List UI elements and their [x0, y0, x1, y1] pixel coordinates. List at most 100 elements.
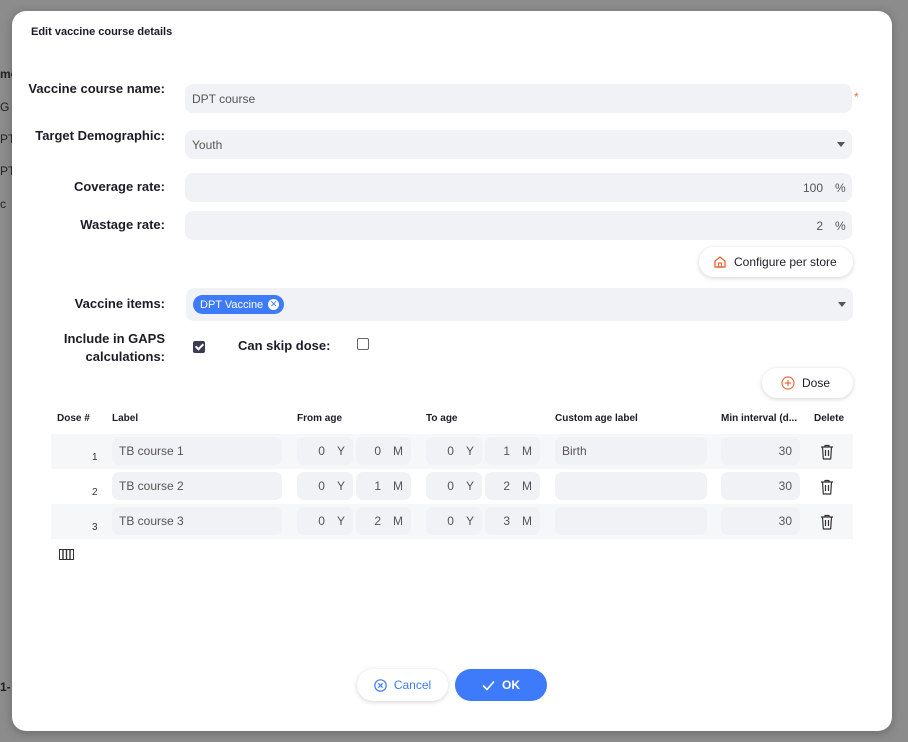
to-years-input[interactable]: 0Y	[426, 472, 482, 500]
dose-label-value: TB course 1	[119, 444, 184, 458]
min-interval-value: 30	[778, 514, 792, 528]
demographic-value: Youth	[192, 137, 223, 152]
trash-icon[interactable]	[820, 479, 834, 495]
required-mark: *	[854, 90, 859, 104]
custom-age-label-input[interactable]	[555, 507, 707, 535]
course-name-label: Vaccine course name:	[28, 81, 165, 96]
to-years-value: 0	[447, 444, 454, 458]
to-months-value: 3	[503, 514, 510, 528]
dose-label-input[interactable]: TB course 3	[112, 507, 282, 535]
header-from-age: From age	[297, 413, 343, 424]
cancel-circle-icon	[374, 678, 387, 692]
dose-label-input[interactable]: TB course 1	[112, 437, 282, 465]
bg-text-fragment: c	[0, 197, 6, 211]
dose-number: 2	[92, 487, 98, 498]
year-unit: Y	[336, 479, 345, 493]
dose-label-value: TB course 3	[119, 514, 184, 528]
trash-icon[interactable]	[820, 514, 834, 530]
coverage-rate-input[interactable]: 100 %	[185, 173, 852, 202]
year-unit: Y	[336, 514, 345, 528]
gaps-checkbox[interactable]	[193, 341, 205, 353]
bg-text-fragment: 1-	[0, 680, 11, 694]
header-label: Label	[112, 413, 139, 424]
to-months-value: 1	[503, 444, 510, 458]
ok-button[interactable]: OK	[455, 669, 547, 701]
custom-age-label-value: Birth	[562, 444, 587, 458]
column-manager-icon[interactable]	[59, 549, 74, 560]
from-months-input[interactable]: 1M	[356, 472, 411, 500]
store-icon	[714, 256, 726, 268]
plus-circle-icon	[781, 376, 795, 390]
edit-vaccine-course-dialog: Edit vaccine course details Vaccine cour…	[12, 11, 892, 731]
from-years-input[interactable]: 0Y	[297, 472, 353, 500]
vaccine-items-select[interactable]: DPT Vaccine ✕	[186, 288, 853, 321]
cancel-button[interactable]: Cancel	[357, 669, 448, 701]
skip-dose-checkbox[interactable]	[357, 338, 369, 350]
dose-label-input[interactable]: TB course 2	[112, 472, 282, 500]
from-years-value: 0	[318, 479, 325, 493]
from-months-value: 1	[374, 479, 381, 493]
year-unit: Y	[465, 479, 474, 493]
add-dose-button[interactable]: Dose	[762, 368, 853, 398]
header-min-interval: Min interval (d...	[721, 413, 798, 424]
to-years-input[interactable]: 0Y	[426, 437, 482, 465]
percent-unit: %	[835, 180, 846, 195]
remove-chip-icon[interactable]: ✕	[268, 299, 280, 310]
coverage-value: 100	[802, 180, 823, 195]
min-interval-input[interactable]: 30	[721, 437, 800, 465]
add-dose-label: Dose	[802, 376, 831, 390]
dose-number: 1	[92, 452, 98, 463]
wastage-rate-input[interactable]: 2 %	[185, 211, 852, 240]
from-months-value: 0	[374, 444, 381, 458]
check-icon	[482, 680, 495, 690]
min-interval-value: 30	[778, 479, 792, 493]
dropdown-caret-icon	[838, 302, 846, 307]
to-months-input[interactable]: 3M	[485, 507, 540, 535]
cancel-label: Cancel	[393, 678, 432, 692]
month-unit: M	[393, 514, 403, 528]
to-years-value: 0	[447, 514, 454, 528]
demographic-select[interactable]: Youth	[185, 130, 852, 159]
header-custom-age-label: Custom age label	[555, 413, 638, 424]
vaccine-items-label: Vaccine items:	[74, 296, 165, 311]
dose-label-value: TB course 2	[119, 479, 184, 493]
min-interval-value: 30	[778, 444, 792, 458]
to-years-input[interactable]: 0Y	[426, 507, 482, 535]
course-name-value: DPT course	[192, 91, 256, 106]
year-unit: Y	[465, 444, 474, 458]
course-name-input[interactable]: DPT course	[185, 84, 852, 113]
demographic-label: Target Demographic:	[35, 128, 165, 143]
month-unit: M	[522, 444, 532, 458]
vaccine-chip[interactable]: DPT Vaccine ✕	[193, 295, 285, 314]
header-to-age: To age	[426, 413, 458, 424]
header-delete: Delete	[814, 413, 845, 424]
coverage-label: Coverage rate:	[73, 179, 165, 194]
to-months-input[interactable]: 1M	[485, 437, 540, 465]
min-interval-input[interactable]: 30	[721, 507, 800, 535]
year-unit: Y	[465, 514, 474, 528]
from-years-input[interactable]: 0Y	[297, 437, 353, 465]
percent-unit: %	[835, 218, 846, 233]
gaps-label: Include in GAPS calculations:	[63, 331, 165, 364]
dialog-title: Edit vaccine course details	[31, 26, 173, 38]
trash-icon[interactable]	[820, 444, 834, 460]
month-unit: M	[393, 479, 403, 493]
ok-label: OK	[502, 678, 520, 692]
min-interval-input[interactable]: 30	[721, 472, 800, 500]
to-months-value: 2	[503, 479, 510, 493]
from-years-value: 0	[318, 444, 325, 458]
from-years-input[interactable]: 0Y	[297, 507, 353, 535]
custom-age-label-input[interactable]	[555, 472, 707, 500]
custom-age-label-input[interactable]: Birth	[555, 437, 707, 465]
wastage-label: Wastage rate:	[80, 217, 165, 232]
configure-per-store-label: Configure per store	[734, 255, 837, 269]
to-months-input[interactable]: 2M	[485, 472, 540, 500]
from-months-input[interactable]: 2M	[356, 507, 411, 535]
dose-number: 3	[92, 522, 98, 533]
from-months-input[interactable]: 0M	[356, 437, 411, 465]
month-unit: M	[522, 479, 532, 493]
year-unit: Y	[336, 444, 345, 458]
to-years-value: 0	[447, 479, 454, 493]
from-months-value: 2	[374, 514, 381, 528]
configure-per-store-button[interactable]: Configure per store	[699, 247, 853, 277]
